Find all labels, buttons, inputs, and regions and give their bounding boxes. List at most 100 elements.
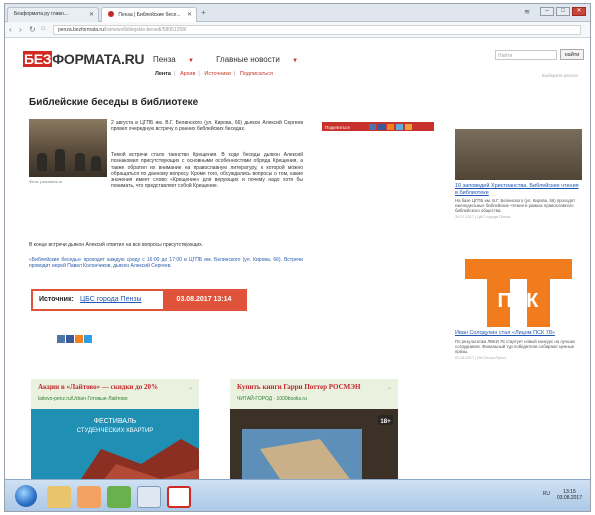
logo-mark: БЕЗ <box>23 51 53 67</box>
tab-bezformata-main[interactable]: Безформата.ру главн... ✕ <box>7 7 99 22</box>
source-label: Источник: <box>39 296 74 303</box>
word-icon[interactable] <box>137 486 161 508</box>
photo-figure <box>91 156 101 171</box>
region-dropdown[interactable]: Пенза ▼ <box>153 55 204 64</box>
odnoklassniki-icon[interactable] <box>75 335 83 343</box>
chevron-down-icon[interactable]: ⌄ <box>387 384 392 391</box>
sub-navigation: Лента | Архив | Источники | Подписаться <box>155 71 273 77</box>
page-content: БЕЗФОРМАТА.RU Пенза ▼ Главные новости ▼ … <box>5 39 590 509</box>
subnav-feed[interactable]: Лента <box>155 71 171 77</box>
window-controls: – □ ✕ <box>540 7 586 16</box>
share-label: Поделиться <box>325 125 350 130</box>
ad-source[interactable]: laitovo-penz.ru/Urban-Готовые-Лайтово <box>38 396 127 402</box>
chevron-down-icon: ▼ <box>292 58 299 64</box>
browser-toolbar: ‹ › ↻ ⌂ penza.bezformata.ru/listnews/bib… <box>5 22 590 38</box>
close-tab-icon[interactable]: ✕ <box>187 11 192 18</box>
sidebar-item: Иван Солодухин стал «Лицом ПСК 78» По ре… <box>455 330 582 360</box>
sidebar-photo[interactable] <box>455 129 582 180</box>
facebook-icon[interactable] <box>378 124 386 130</box>
media-player-icon[interactable] <box>77 486 101 508</box>
sidebar-meta: 30.07.2017 | ЦБС города Пензы <box>455 215 511 219</box>
region-hint[interactable]: Выберите регион <box>542 73 578 78</box>
vk-icon[interactable] <box>57 335 65 343</box>
search-input[interactable]: Найти <box>495 50 557 60</box>
subnav-subscribe[interactable]: Подписаться <box>240 71 273 77</box>
address-host: penza.bezformata.ru <box>58 27 104 33</box>
article-photo[interactable] <box>29 119 107 177</box>
system-tray: RU <box>543 491 550 497</box>
logo-text: ФОРМАТА.RU <box>52 51 145 67</box>
reload-icon[interactable]: ↻ <box>29 25 36 34</box>
main-news-dropdown[interactable]: Главные новости ▼ <box>216 55 308 64</box>
site-favicon-icon <box>108 11 114 17</box>
tab-bar: Безформата.ру главн... ✕ Пенза | Библейс… <box>5 4 590 22</box>
address-bar[interactable]: penza.bezformata.ru/listnews/biblejskie-… <box>53 25 581 35</box>
article-paragraph: «Библейские беседы» проходят каждую сред… <box>29 257 303 270</box>
clock[interactable]: 13:15 03.08.2017 <box>557 489 582 501</box>
home-icon[interactable]: ⌂ <box>41 25 45 32</box>
close-tab-icon[interactable]: ✕ <box>89 11 94 18</box>
logo-letters: ПСК <box>497 290 539 312</box>
sidebar-item: 10 заповедей Христианства. Библейские чт… <box>455 183 582 219</box>
chevron-down-icon: ▼ <box>187 58 194 64</box>
photo-figure <box>37 153 47 171</box>
chevron-down-icon[interactable]: ⌄ <box>188 384 193 391</box>
separator: | <box>198 71 200 77</box>
mail-icon[interactable] <box>405 124 413 130</box>
photo-figure <box>55 149 65 171</box>
vk-icon[interactable] <box>369 124 377 130</box>
photo-figure <box>75 153 85 171</box>
region-label: Пенза <box>153 55 176 64</box>
sidebar-text: По результатам ЛВКИ 78 стартует новый ко… <box>455 338 576 354</box>
facebook-icon[interactable] <box>66 335 74 343</box>
subnav-sources[interactable]: Источники <box>204 71 231 77</box>
subnav-archive[interactable]: Архив <box>180 71 195 77</box>
sidebar-text: На базе ЦГПБ им. В.Г. Белинского (ул. Ки… <box>455 198 576 213</box>
mail-icon[interactable] <box>84 335 92 343</box>
ad-heading[interactable]: Купить книги Гарри Поттер РОСМЭН <box>237 383 360 391</box>
psk-logo: ПСК <box>465 259 572 327</box>
main-news-label: Главные новости <box>216 55 280 64</box>
top-navigation: Пенза ▼ Главные новости ▼ <box>153 55 318 64</box>
tab-label: Безформата.ру главн... <box>14 11 68 17</box>
ad-source[interactable]: ЧИТАЙ-ГОРОД · 1000books.ru <box>237 396 307 402</box>
address-path: /listnews/biblejskie-besedi/58051258/ <box>103 27 187 33</box>
article-paragraph: Темой встречи стало таинство Крещения. В… <box>111 152 303 190</box>
language-indicator[interactable]: RU <box>543 491 550 497</box>
article-title: Библейские беседы в библиотеке <box>29 97 199 108</box>
sidebar-meta: 02.08.2017 | ИА Пенза-Пресс <box>455 355 507 360</box>
minimize-icon[interactable]: – <box>540 7 554 16</box>
social-buttons <box>57 335 92 343</box>
forward-icon[interactable]: › <box>19 25 22 34</box>
sidebar-link[interactable]: 10 заповедей Христианства. Библейские чт… <box>455 183 582 196</box>
close-window-icon[interactable]: ✕ <box>572 7 586 16</box>
share-bar[interactable]: Поделиться <box>322 122 434 131</box>
sidebar-link[interactable]: Иван Солодухин стал «Лицом ПСК 78» <box>455 330 582 337</box>
maximize-icon[interactable]: □ <box>556 7 570 16</box>
ad-image-text: ФЕСТИВАЛЬ <box>94 418 137 425</box>
photo-caption: Фото: penzacbs.ru <box>29 179 63 184</box>
start-button[interactable] <box>15 485 37 507</box>
os-taskbar: RU 13:15 03.08.2017 <box>5 479 590 511</box>
site-logo[interactable]: БЕЗФОРМАТА.RU <box>23 51 145 67</box>
clock-date: 03.08.2017 <box>556 495 582 501</box>
explorer-icon[interactable] <box>47 486 71 508</box>
search-button[interactable]: найти <box>560 49 584 60</box>
ad-image-text: СТУДЕНЧЕСКИХ КВАРТИР <box>77 428 154 434</box>
sidebar-logo-image[interactable]: ПСК <box>455 249 582 327</box>
separator: | <box>233 71 236 77</box>
opera-icon[interactable] <box>167 486 191 508</box>
new-tab-icon[interactable]: + <box>201 8 206 17</box>
age-badge: 18+ <box>380 419 391 425</box>
tab-article[interactable]: Пенза | Библейские бесе... ✕ <box>101 7 197 22</box>
back-icon[interactable]: ‹ <box>9 25 12 34</box>
tab-label: Пенза | Библейские бесе... <box>118 12 181 18</box>
article-paragraph: В конце встречи дьякон Алексий ответил н… <box>29 242 204 248</box>
app-icon[interactable] <box>107 486 131 508</box>
separator: | <box>174 71 176 77</box>
odnoklassniki-icon[interactable] <box>387 124 395 130</box>
article-lead: 2 августа в ЦГПБ им. В.Г. Белинского (ул… <box>111 120 303 133</box>
ad-heading[interactable]: Акции в «Лайтово» — скидки до 20% <box>38 383 158 391</box>
twitter-icon[interactable] <box>396 124 404 130</box>
source-link[interactable]: ЦБС города Пензы <box>80 296 142 303</box>
